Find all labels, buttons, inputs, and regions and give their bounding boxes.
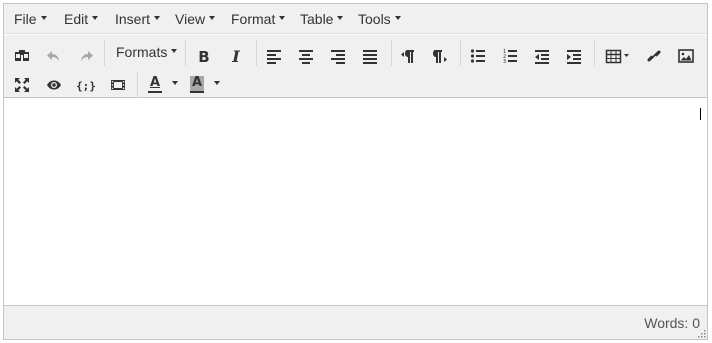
- code-icon: {;}: [77, 80, 95, 93]
- editor-content-area[interactable]: [4, 99, 707, 305]
- chevron-down-icon: [209, 16, 216, 21]
- text-color-button[interactable]: A: [143, 73, 181, 97]
- bold-button[interactable]: B: [191, 44, 217, 68]
- numbered-list-button[interactable]: 1 2 3: [497, 44, 523, 68]
- bullet-list-button[interactable]: [465, 44, 491, 68]
- svg-text:3: 3: [503, 59, 506, 64]
- background-color-button[interactable]: A: [185, 73, 223, 97]
- chevron-down-icon: [154, 16, 161, 21]
- svg-text:B: B: [198, 48, 209, 64]
- indent-icon: [567, 50, 581, 64]
- chevron-down-icon: [40, 16, 47, 21]
- menu-table[interactable]: Table: [300, 11, 344, 29]
- media-icon: [111, 80, 125, 90]
- menu-edit[interactable]: Edit: [64, 11, 99, 29]
- formats-dropdown[interactable]: Formats: [116, 43, 178, 61]
- find-replace-icon: [15, 50, 29, 61]
- align-left-icon: [267, 50, 281, 64]
- menu-format[interactable]: Format: [231, 11, 286, 29]
- toolbar-separator: [104, 40, 105, 66]
- image-icon: [678, 49, 694, 63]
- text-cursor: [700, 108, 701, 120]
- align-right-button[interactable]: [325, 44, 351, 68]
- outdent-icon: [535, 50, 549, 64]
- undo-icon: [47, 51, 59, 61]
- background-color-letter: A: [192, 75, 203, 90]
- rtl-icon: [433, 50, 447, 63]
- link-button[interactable]: [641, 44, 667, 68]
- word-count: Words: 0: [644, 315, 700, 331]
- align-center-icon: [299, 50, 313, 64]
- ltr-button[interactable]: [395, 44, 421, 68]
- redo-button[interactable]: [73, 44, 99, 68]
- preview-icon: [47, 80, 61, 90]
- preview-button[interactable]: [41, 73, 67, 97]
- fullscreen-icon: [15, 78, 29, 92]
- link-icon: [647, 50, 661, 62]
- toolbar-separator: [185, 40, 186, 66]
- menu-insert[interactable]: Insert: [115, 11, 161, 29]
- table-icon: [605, 49, 629, 64]
- image-button[interactable]: [673, 44, 699, 68]
- redo-icon: [81, 51, 93, 61]
- toolbar-separator: [256, 40, 257, 66]
- menu-edit-label: Edit: [64, 11, 89, 27]
- italic-button[interactable]: I: [223, 44, 249, 68]
- menu-tools-label: Tools: [358, 11, 391, 27]
- ltr-icon: [401, 50, 414, 63]
- media-button[interactable]: [105, 73, 131, 97]
- menu-tools[interactable]: Tools: [358, 11, 401, 29]
- align-justify-button[interactable]: [357, 44, 383, 68]
- text-color-letter: A: [150, 75, 161, 90]
- chevron-down-icon: [172, 81, 178, 85]
- svg-text:I: I: [231, 48, 240, 64]
- source-code-button[interactable]: {;}: [73, 73, 99, 97]
- numbered-list-icon: 1 2 3: [503, 49, 517, 64]
- fullscreen-button[interactable]: [9, 73, 35, 97]
- table-button[interactable]: [601, 44, 635, 68]
- menu-view[interactable]: View: [175, 11, 216, 29]
- toolbar-separator: [460, 40, 461, 66]
- chevron-down-icon: [337, 16, 344, 21]
- indent-button[interactable]: [561, 44, 587, 68]
- chevron-down-icon: [171, 49, 178, 54]
- toolbar-separator: [594, 40, 595, 66]
- undo-button[interactable]: [41, 44, 67, 68]
- toolbar: Formats B I 1 2 3 {;} A A: [4, 35, 707, 98]
- find-replace-button[interactable]: [9, 44, 35, 68]
- text-color-icon: A: [146, 75, 164, 94]
- align-center-button[interactable]: [293, 44, 319, 68]
- menubar: File Edit Insert View Format Table Tools: [4, 4, 707, 34]
- toolbar-separator: [391, 40, 392, 66]
- align-justify-icon: [363, 50, 377, 64]
- outdent-button[interactable]: [529, 44, 555, 68]
- formats-label: Formats: [116, 44, 168, 60]
- align-left-button[interactable]: [261, 44, 287, 68]
- menu-view-label: View: [175, 11, 206, 27]
- bullet-list-icon: [470, 49, 485, 63]
- chevron-down-icon: [92, 16, 99, 21]
- resize-handle-icon[interactable]: [698, 330, 706, 338]
- toolbar-separator: [137, 71, 138, 97]
- statusbar: Words: 0: [4, 305, 707, 339]
- rtl-button[interactable]: [427, 44, 453, 68]
- chevron-down-icon: [214, 81, 220, 85]
- italic-icon: I: [231, 48, 240, 64]
- rich-text-editor: File Edit Insert View Format Table Tools: [3, 3, 708, 340]
- menu-file-label: File: [14, 11, 37, 27]
- bold-icon: B: [198, 48, 209, 64]
- menu-table-label: Table: [300, 11, 334, 27]
- svg-text:{;}: {;}: [77, 80, 95, 93]
- menu-format-label: Format: [231, 11, 276, 27]
- align-right-icon: [331, 50, 345, 64]
- background-color-icon: A: [188, 75, 206, 94]
- chevron-down-icon: [279, 16, 286, 21]
- chevron-down-icon: [394, 16, 401, 21]
- menu-insert-label: Insert: [115, 11, 151, 27]
- menu-file[interactable]: File: [14, 11, 47, 29]
